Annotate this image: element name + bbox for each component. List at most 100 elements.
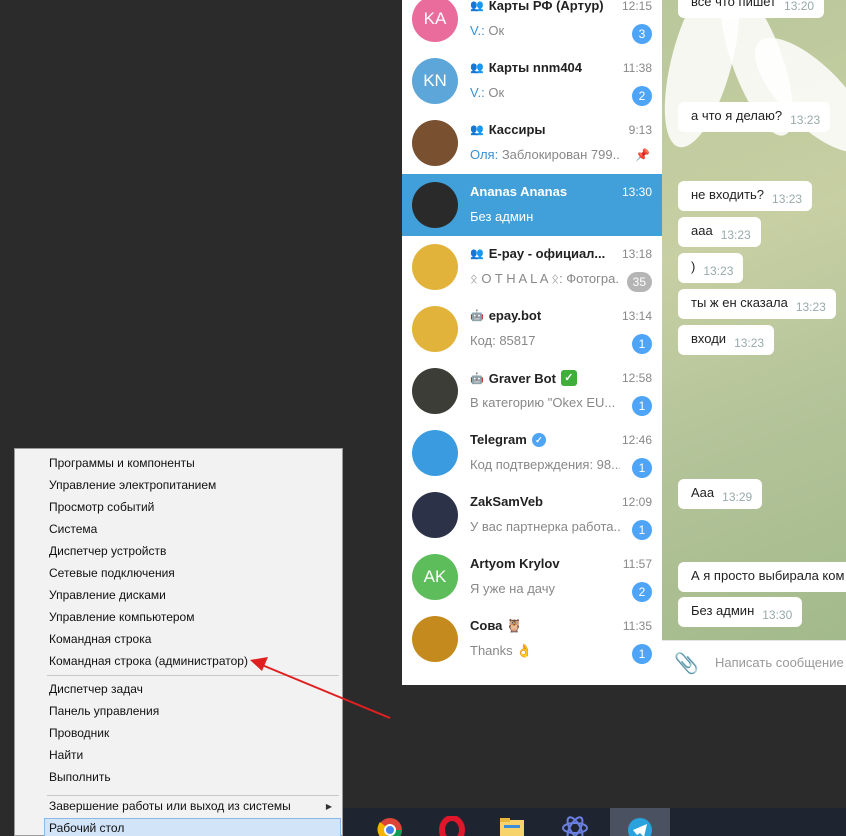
menu-item[interactable]: Просмотр событий <box>49 500 154 514</box>
preview-text: ᛟ O T H A L A ᛟ: Фотогра... <box>470 271 620 286</box>
unread-badge: 1 <box>632 396 652 416</box>
explorer-icon[interactable] <box>498 816 526 836</box>
avatar <box>412 616 458 662</box>
preview-text: Thanks 👌 <box>470 643 533 658</box>
preview-text: Без админ <box>470 209 534 224</box>
message-time: 13:30 <box>762 608 793 622</box>
chat-preview: Код подтверждения: 98... <box>470 457 620 472</box>
menu-item[interactable]: Командная строка <box>49 632 151 646</box>
chat-name: 🤖 Graver Bot ✓ <box>470 370 620 386</box>
chat-area: всё что пишет 13:20 а что я делаю? 13:23 не… <box>662 0 846 685</box>
chat-name-text: E-pay - официал... <box>488 246 606 261</box>
chat-list-item[interactable]: KA 👥 Карты РФ (Артур) 12:15 V.: Ок 3 <box>402 0 662 50</box>
telegram-icon[interactable] <box>626 816 654 836</box>
preview-text: Ок <box>488 85 505 100</box>
menu-item[interactable]: Программы и компоненты <box>49 456 195 470</box>
preview-text: Код подтверждения: 98... <box>470 457 620 472</box>
message-time: 13:23 <box>772 192 803 206</box>
chat-time: 12:15 <box>621 0 652 13</box>
chat-preview: У вас партнерка работа... <box>470 519 620 534</box>
avatar <box>412 182 458 228</box>
message-bubble: ты ж ен сказала 13:23 <box>678 289 836 319</box>
chat-preview: Thanks 👌 <box>470 643 620 659</box>
chat-list-item[interactable]: 👥 E-pay - официал... 13:18 ᛟ O T H A L A ᛟ:… <box>402 236 662 298</box>
unread-badge: 1 <box>632 458 652 478</box>
chat-list-item[interactable]: Telegram ✓ 12:46 Код подтверждения: 98... 1 <box>402 422 662 484</box>
chat-time: 12:09 <box>621 495 652 509</box>
unread-badge: 1 <box>632 520 652 540</box>
chat-name: Artyom Krylov <box>470 556 620 571</box>
group-icon: 👥 <box>470 0 484 12</box>
opera-icon[interactable] <box>438 816 466 836</box>
unread-badge: 35 <box>626 272 652 292</box>
menu-item[interactable]: Система <box>49 522 97 536</box>
message-time: 13:29 <box>722 490 753 504</box>
paperclip-icon[interactable]: 📎 <box>674 651 699 675</box>
chat-preview: V.: Ок <box>470 85 620 100</box>
chat-list-item[interactable]: AK Artyom Krylov 11:57 Я уже на дачу 2 <box>402 546 662 608</box>
preview-sender: V.: <box>470 85 485 100</box>
menu-item[interactable]: Сетевые подключения <box>49 566 175 580</box>
chat-preview: Код: 85817 <box>470 333 620 348</box>
menu-separator <box>47 795 339 796</box>
menu-item[interactable]: Завершение работы или выход из системы <box>49 799 291 813</box>
chat-name: Ananas Ananas <box>470 184 620 199</box>
chat-name: 👥 E-pay - официал... <box>470 246 620 261</box>
menu-item[interactable]: Управление электропитанием <box>49 478 216 492</box>
message-bubble: Aaa 13:29 <box>678 479 763 509</box>
menu-item[interactable]: Диспетчер устройств <box>49 544 166 558</box>
menu-item[interactable]: Командная строка (администратор) <box>49 654 248 668</box>
chrome-icon[interactable] <box>376 816 404 836</box>
chat-list-item[interactable]: 🤖 epay.bot 13:14 Код: 85817 1 <box>402 298 662 360</box>
chat-name: Telegram ✓ <box>470 432 620 447</box>
chat-time: 13:14 <box>621 309 652 323</box>
chat-list-item[interactable]: Ananas Ananas 13:30 Без админ <box>402 174 662 236</box>
chat-time: 9:13 <box>628 123 652 137</box>
menu-item[interactable]: Найти <box>49 748 83 762</box>
winx-context-menu: Программы и компоненты Управление электро… <box>14 448 343 836</box>
message-text: входи <box>691 331 727 346</box>
menu-item[interactable]: Выполнить <box>49 770 111 784</box>
chat-preview: Без админ <box>470 209 620 224</box>
message-text: не входить? <box>691 187 765 202</box>
menu-item[interactable]: Панель управления <box>49 704 159 718</box>
message-bubble: aaa 13:23 <box>678 217 761 247</box>
chat-list-item[interactable]: KN 👥 Карты nnm404 11:38 V.: Ок 2 <box>402 50 662 112</box>
menu-separator <box>47 675 339 676</box>
preview-text: У вас партнерка работа... <box>470 519 620 534</box>
unread-badge: 3 <box>632 24 652 44</box>
chat-name: 👥 Карты РФ (Артур) <box>470 0 620 13</box>
avatar: AK <box>412 554 458 600</box>
chat-name-text: Telegram <box>470 432 527 447</box>
menu-item[interactable]: Управление дисками <box>49 588 166 602</box>
chat-name: ZakSamVeb <box>470 494 620 509</box>
chat-list-item[interactable]: 🤖 Graver Bot ✓ 12:58 В категорию "Okex EU...… <box>402 360 662 422</box>
preview-text: Заблокирован 799... <box>501 147 620 162</box>
chat-time: 12:46 <box>621 433 652 447</box>
chat-list-item[interactable]: ZakSamVeb 12:09 У вас партнерка работа... 1 <box>402 484 662 546</box>
avatar <box>412 430 458 476</box>
menu-item[interactable]: Управление компьютером <box>49 610 194 624</box>
chat-name: Сова 🦉 <box>470 618 620 634</box>
message-bubble: всё что пишет 13:20 <box>678 0 825 18</box>
chat-list-item[interactable]: Сова 🦉 11:35 Thanks 👌 1 <box>402 608 662 670</box>
chat-time: 13:18 <box>621 247 652 261</box>
menu-item[interactable]: Диспетчер задач <box>49 682 143 696</box>
avatar <box>412 306 458 352</box>
chat-list-item[interactable]: 👥 Кассиры 9:13 Оля: Заблокирован 799... 📌 <box>402 112 662 174</box>
menu-item[interactable]: Проводник <box>49 726 109 740</box>
atom-icon[interactable] <box>561 816 589 836</box>
avatar: KN <box>412 58 458 104</box>
message-input[interactable]: Написать сообщение <box>715 655 844 670</box>
avatar <box>412 120 458 166</box>
preview-text: В категорию "Okex EU... <box>470 395 616 410</box>
preview-sender: V.: <box>470 23 485 38</box>
menu-item[interactable]: Рабочий стол <box>49 821 124 835</box>
chat-name-text: Graver Bot <box>488 370 556 386</box>
avatar: KA <box>412 0 458 42</box>
chat-name-text: Карты nnm404 <box>488 60 583 75</box>
unread-badge: 1 <box>632 334 652 354</box>
chat-name-text: Artyom Krylov <box>470 556 560 571</box>
bot-icon: 🤖 <box>470 372 484 385</box>
avatar <box>412 244 458 290</box>
